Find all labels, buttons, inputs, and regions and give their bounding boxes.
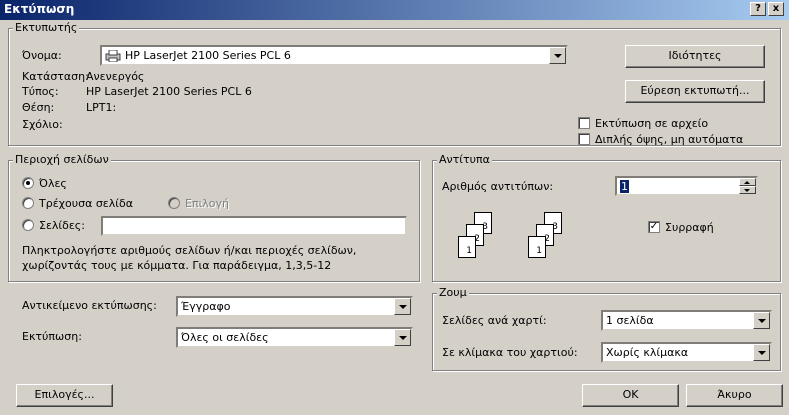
print-label: Εκτύπωση:	[22, 330, 82, 343]
printer-name-label: Όνομα:	[22, 49, 62, 62]
print-what-select[interactable]: Έγγραφο	[176, 296, 413, 317]
status-label: Κατάσταση:	[22, 70, 89, 83]
radio-all-pages[interactable]	[22, 177, 34, 189]
all-pages-label[interactable]: Όλες	[39, 177, 67, 190]
collate-label[interactable]: Συρραφή	[665, 221, 714, 234]
pages-label[interactable]: Σελίδες:	[39, 219, 85, 232]
manual-duplex-label[interactable]: Διπλής όψης, μη αυτόματα	[595, 133, 743, 146]
page-icon-1: 1	[458, 236, 476, 258]
printer-name-select[interactable]: HP LaserJet 2100 Series PCL 6	[100, 45, 568, 66]
chevron-down-icon[interactable]	[394, 329, 411, 346]
spin-up-icon[interactable]	[739, 178, 756, 186]
scale-select[interactable]: Χωρίς κλίμακα	[601, 342, 772, 363]
chevron-down-icon[interactable]	[549, 47, 566, 64]
radio-pages[interactable]	[22, 219, 34, 231]
where-value: LPT1:	[86, 101, 117, 114]
type-value: HP LaserJet 2100 Series PCL 6	[86, 85, 252, 98]
window-title: Εκτύπωση	[4, 2, 75, 16]
spin-down-icon[interactable]	[739, 186, 756, 194]
selection-label: Επιλογή	[185, 197, 230, 210]
printer-icon	[105, 49, 121, 63]
print-to-file-label[interactable]: Εκτύπωση σε αρχείο	[595, 117, 708, 130]
page-icon-1b: 1	[528, 236, 546, 258]
chevron-down-icon[interactable]	[394, 298, 411, 315]
printer-group-label: Εκτυπωτής	[13, 21, 80, 34]
zoom-group-label: Ζουμ	[437, 286, 469, 299]
chevron-down-icon[interactable]	[753, 312, 770, 329]
page-range-group-label: Περιοχή σελίδων	[13, 153, 111, 166]
pages-per-sheet-label: Σελίδες ανά χαρτί:	[442, 314, 547, 327]
close-button[interactable]: x	[768, 2, 784, 16]
print-value: Όλες οι σελίδες	[181, 331, 269, 344]
print-select[interactable]: Όλες οι σελίδες	[176, 327, 413, 348]
properties-button[interactable]: Ιδιότητες	[625, 45, 765, 68]
print-to-file-checkbox[interactable]	[578, 117, 590, 129]
type-label: Τύπος:	[22, 85, 59, 98]
options-button[interactable]: Επιλογές...	[16, 384, 113, 407]
ok-button[interactable]: OK	[582, 384, 679, 407]
current-page-label[interactable]: Τρέχουσα σελίδα	[39, 197, 133, 210]
page-range-hint-2: χωρίζοντάς τους με κόμματα. Για παράδειγ…	[22, 259, 332, 272]
manual-duplex-checkbox[interactable]	[578, 133, 590, 145]
copies-group-label: Αντίτυπα	[437, 153, 492, 166]
radio-selection	[168, 197, 180, 209]
copies-count-value: 1	[620, 180, 629, 193]
collate-checkbox[interactable]: ✓	[648, 221, 660, 233]
page-range-hint-1: Πληκτρολογήστε αριθμούς σελίδων ή/και πε…	[22, 244, 357, 257]
copies-count-label: Αριθμός αντιτύπων:	[442, 180, 554, 193]
cancel-button[interactable]: Άκυρο	[686, 384, 783, 407]
pages-input[interactable]	[101, 216, 407, 236]
pages-per-sheet-value: 1 σελίδα	[606, 314, 654, 327]
radio-current-page[interactable]	[22, 197, 34, 209]
chevron-down-icon[interactable]	[753, 344, 770, 361]
help-button[interactable]: ?	[750, 2, 766, 16]
printer-name-value: HP LaserJet 2100 Series PCL 6	[125, 49, 291, 62]
scale-label: Σε κλίμακα του χαρτιού:	[442, 346, 578, 359]
comment-label: Σχόλιο:	[22, 118, 63, 131]
print-what-value: Έγγραφο	[181, 300, 231, 313]
title-bar: Εκτύπωση ? x	[0, 0, 789, 20]
find-printer-button[interactable]: Εύρεση εκτυπωτή...	[625, 80, 765, 103]
scale-value: Χωρίς κλίμακα	[606, 346, 689, 359]
status-value: Ανενεργός	[86, 70, 145, 83]
where-label: Θέση:	[22, 101, 55, 114]
print-what-label: Αντικείμενο εκτύπωσης:	[22, 299, 157, 312]
pages-per-sheet-select[interactable]: 1 σελίδα	[601, 310, 772, 331]
copies-count-input[interactable]: 1	[615, 176, 758, 196]
